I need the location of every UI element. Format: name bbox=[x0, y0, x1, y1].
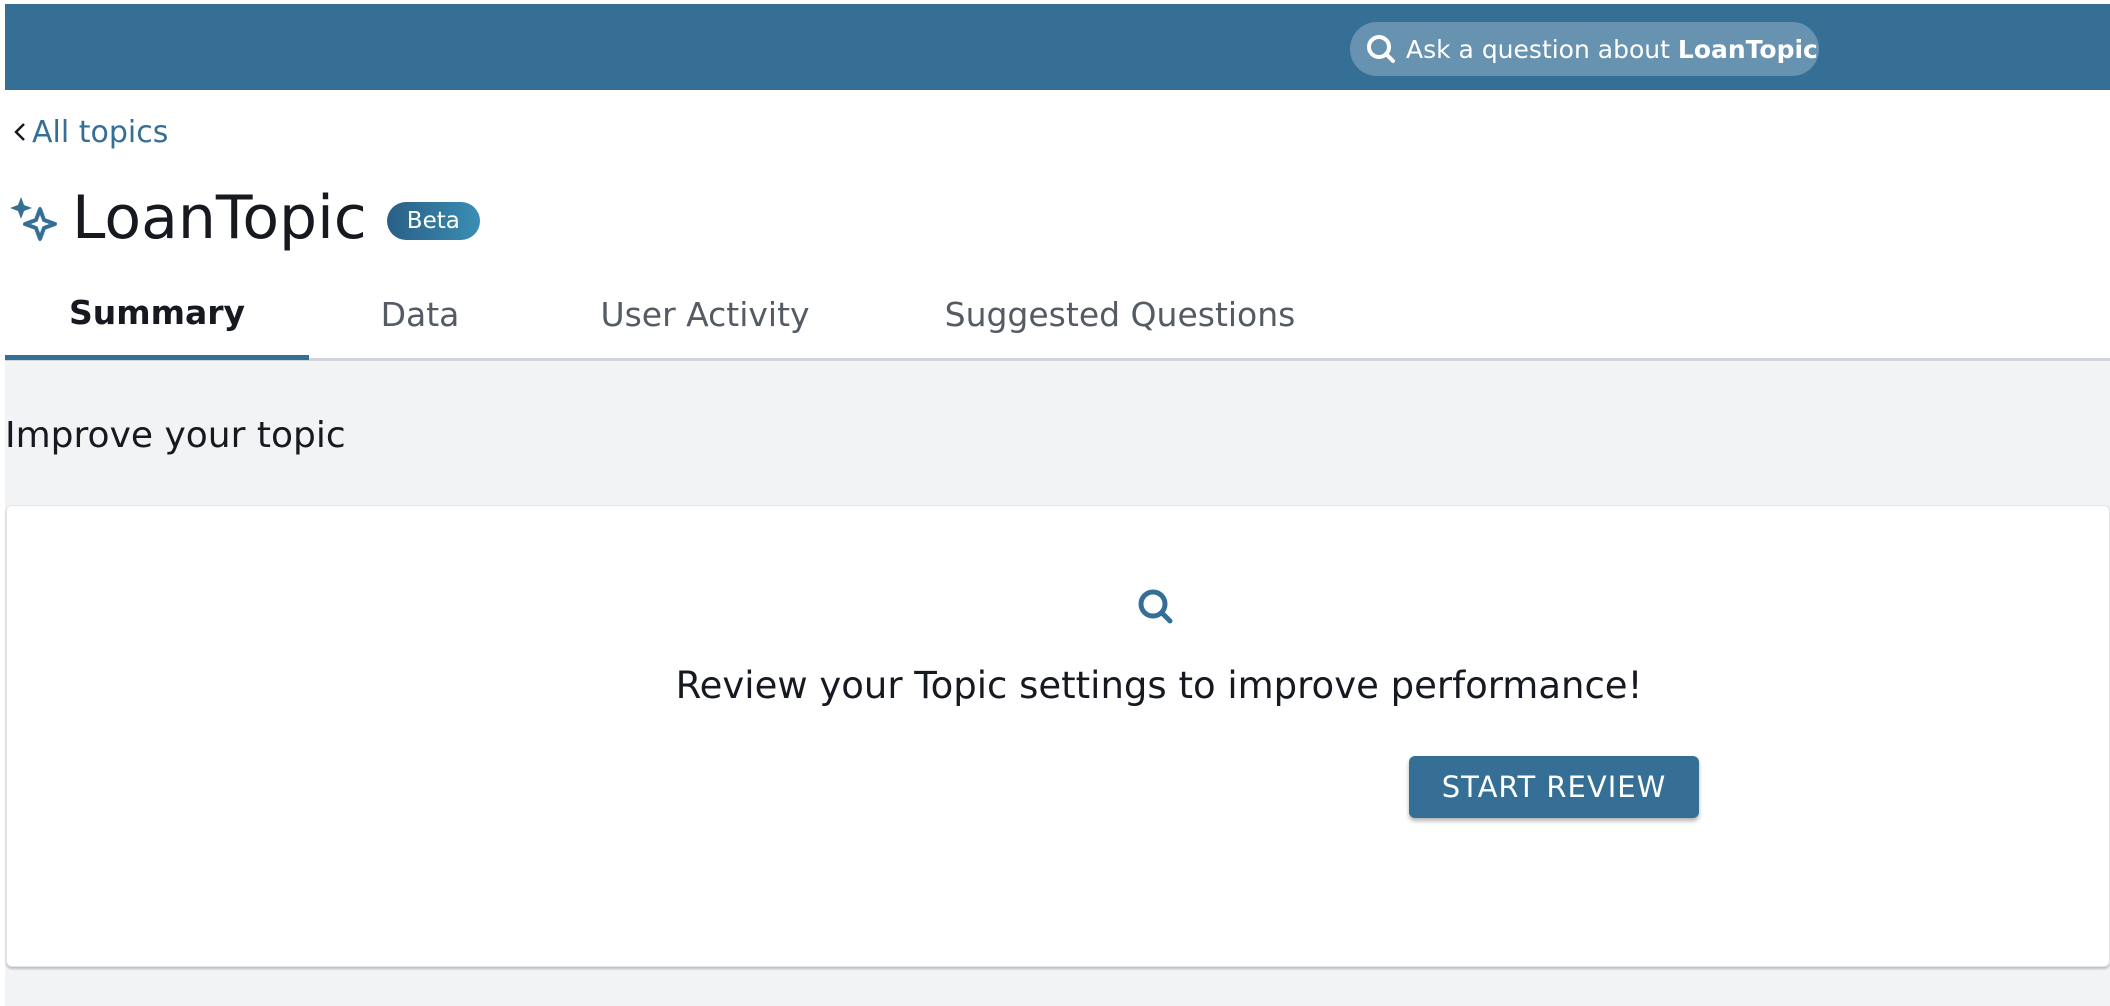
improve-topic-heading: Improve your topic bbox=[5, 415, 346, 456]
top-bar: Ask a question about LoanTopic bbox=[5, 4, 2110, 90]
ask-question-topic: LoanTopic bbox=[1677, 34, 1818, 64]
sparkle-icon bbox=[8, 192, 60, 244]
review-card: Review your Topic settings to improve pe… bbox=[6, 505, 2110, 967]
chevron-left-icon bbox=[10, 118, 30, 146]
page-title: LoanTopic bbox=[72, 183, 367, 253]
ask-question-button[interactable]: Ask a question about LoanTopic bbox=[1350, 22, 1819, 76]
review-message: Review your Topic settings to improve pe… bbox=[675, 664, 1643, 707]
all-topics-label: All topics bbox=[32, 114, 169, 150]
beta-badge: Beta bbox=[386, 202, 480, 240]
all-topics-link[interactable]: All topics bbox=[10, 112, 168, 152]
tab-suggested-questions[interactable]: Suggested Questions bbox=[930, 270, 1310, 358]
tab-summary[interactable]: Summary bbox=[5, 270, 309, 360]
topic-title-row: LoanTopic Beta bbox=[8, 185, 480, 251]
ask-question-prefix: Ask a question about bbox=[1406, 34, 1670, 64]
tab-data[interactable]: Data bbox=[335, 270, 505, 358]
tab-bar: Summary Data User Activity Suggested Que… bbox=[5, 270, 2110, 361]
search-icon bbox=[1135, 586, 1177, 628]
summary-content: Improve your topic Review your Topic set… bbox=[5, 361, 2110, 1006]
search-icon bbox=[1364, 32, 1398, 66]
tab-user-activity[interactable]: User Activity bbox=[565, 270, 845, 358]
start-review-button[interactable]: START REVIEW bbox=[1409, 756, 1699, 818]
